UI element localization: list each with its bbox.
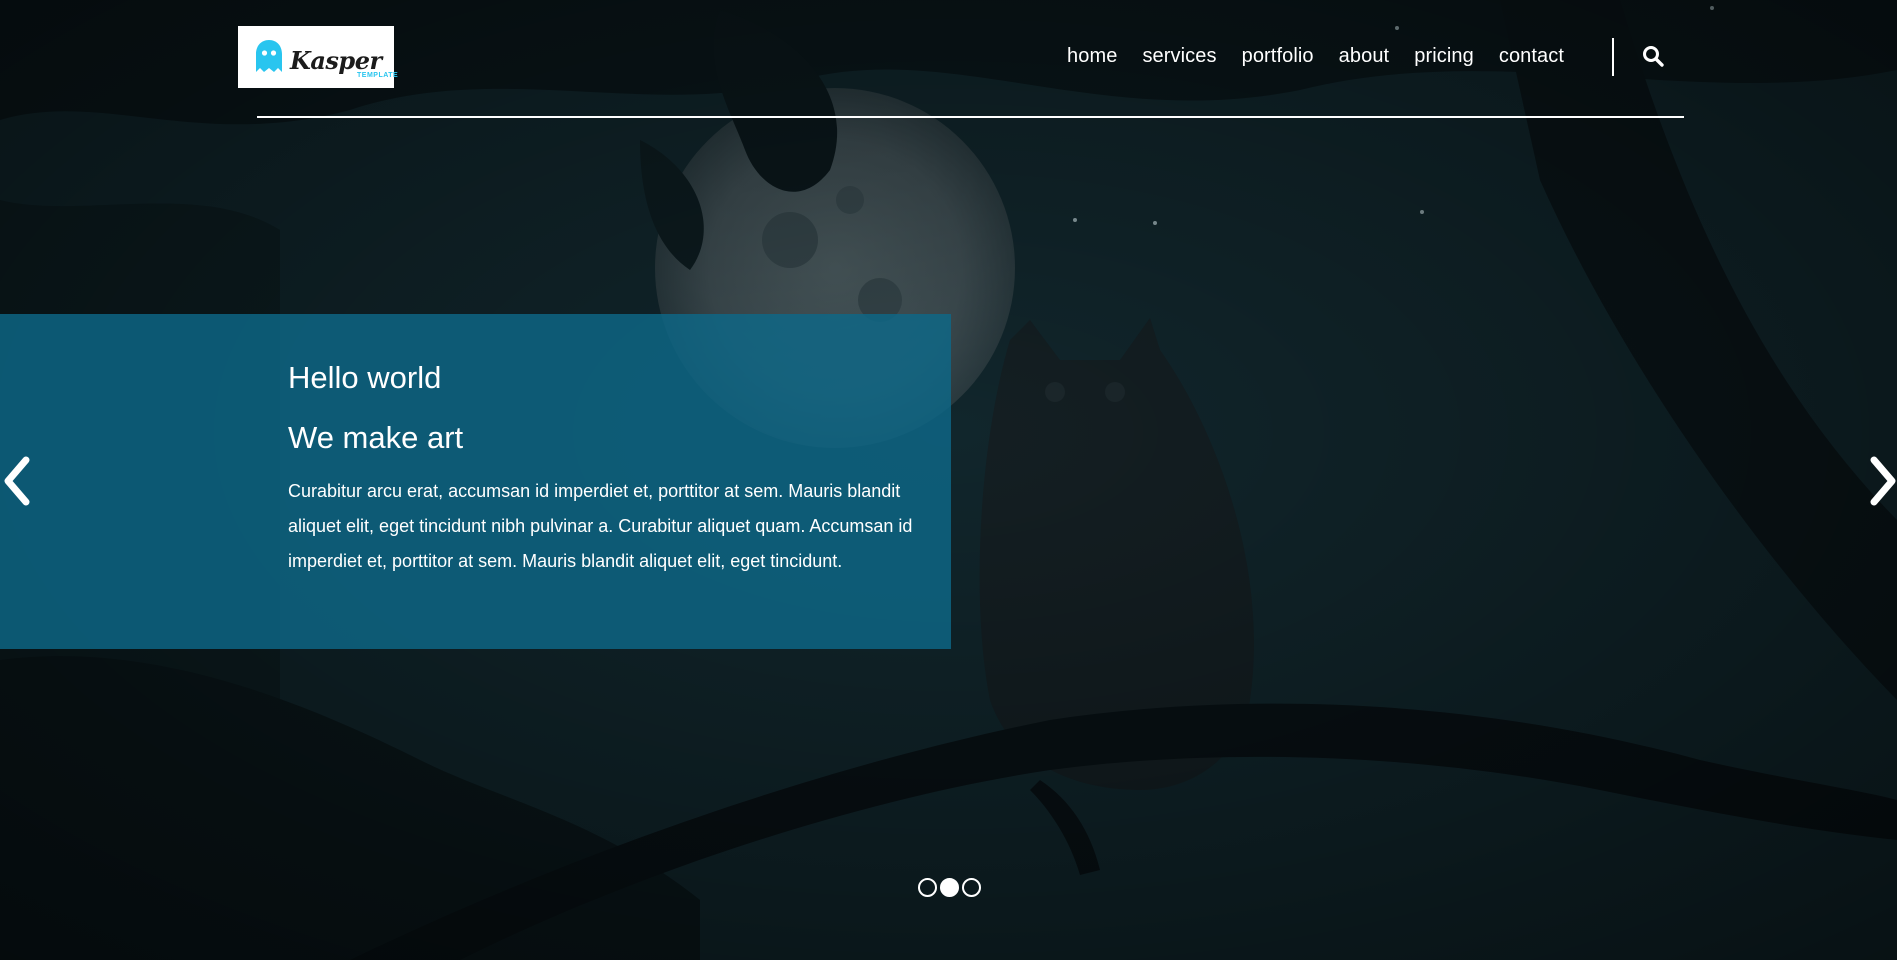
brand-name: Kasper [290,45,382,75]
nav-link-pricing[interactable]: pricing [1414,45,1474,68]
nav-divider [1612,38,1614,76]
brand-tagline: TEMPLATE [357,72,399,79]
nav-link-about[interactable]: about [1339,45,1390,68]
slider-prev-button[interactable] [2,456,34,506]
chevron-right-icon [1870,456,1896,506]
slider-dot-2[interactable] [940,878,959,897]
slide-caption: Hello world We make art Curabitur arcu e… [0,314,951,649]
search-icon [1643,46,1664,67]
nav-link-portfolio[interactable]: portfolio [1242,45,1314,68]
header-divider-line [257,116,1684,118]
slider-dot-1[interactable] [918,878,937,897]
slider-next-button[interactable] [1866,456,1897,506]
slider-dot-3[interactable] [962,878,981,897]
nav-link-services[interactable]: services [1142,45,1216,68]
site-header: Kasper TEMPLATE home services portfolio … [0,0,1897,118]
brand-logo[interactable]: Kasper TEMPLATE [238,26,398,88]
main-nav: home services portfolio about pricing co… [1067,45,1589,68]
slider-indicators [918,878,981,897]
nav-link-contact[interactable]: contact [1499,45,1564,68]
slide-body-text: Curabitur arcu erat, accumsan id imperdi… [288,481,913,571]
chevron-left-icon [4,456,30,506]
slide-subtitle: We make art [288,420,464,455]
search-button[interactable] [1641,44,1665,68]
ghost-logo-icon [256,40,282,72]
slide-title: Hello world [288,360,442,395]
nav-link-home[interactable]: home [1067,45,1117,68]
